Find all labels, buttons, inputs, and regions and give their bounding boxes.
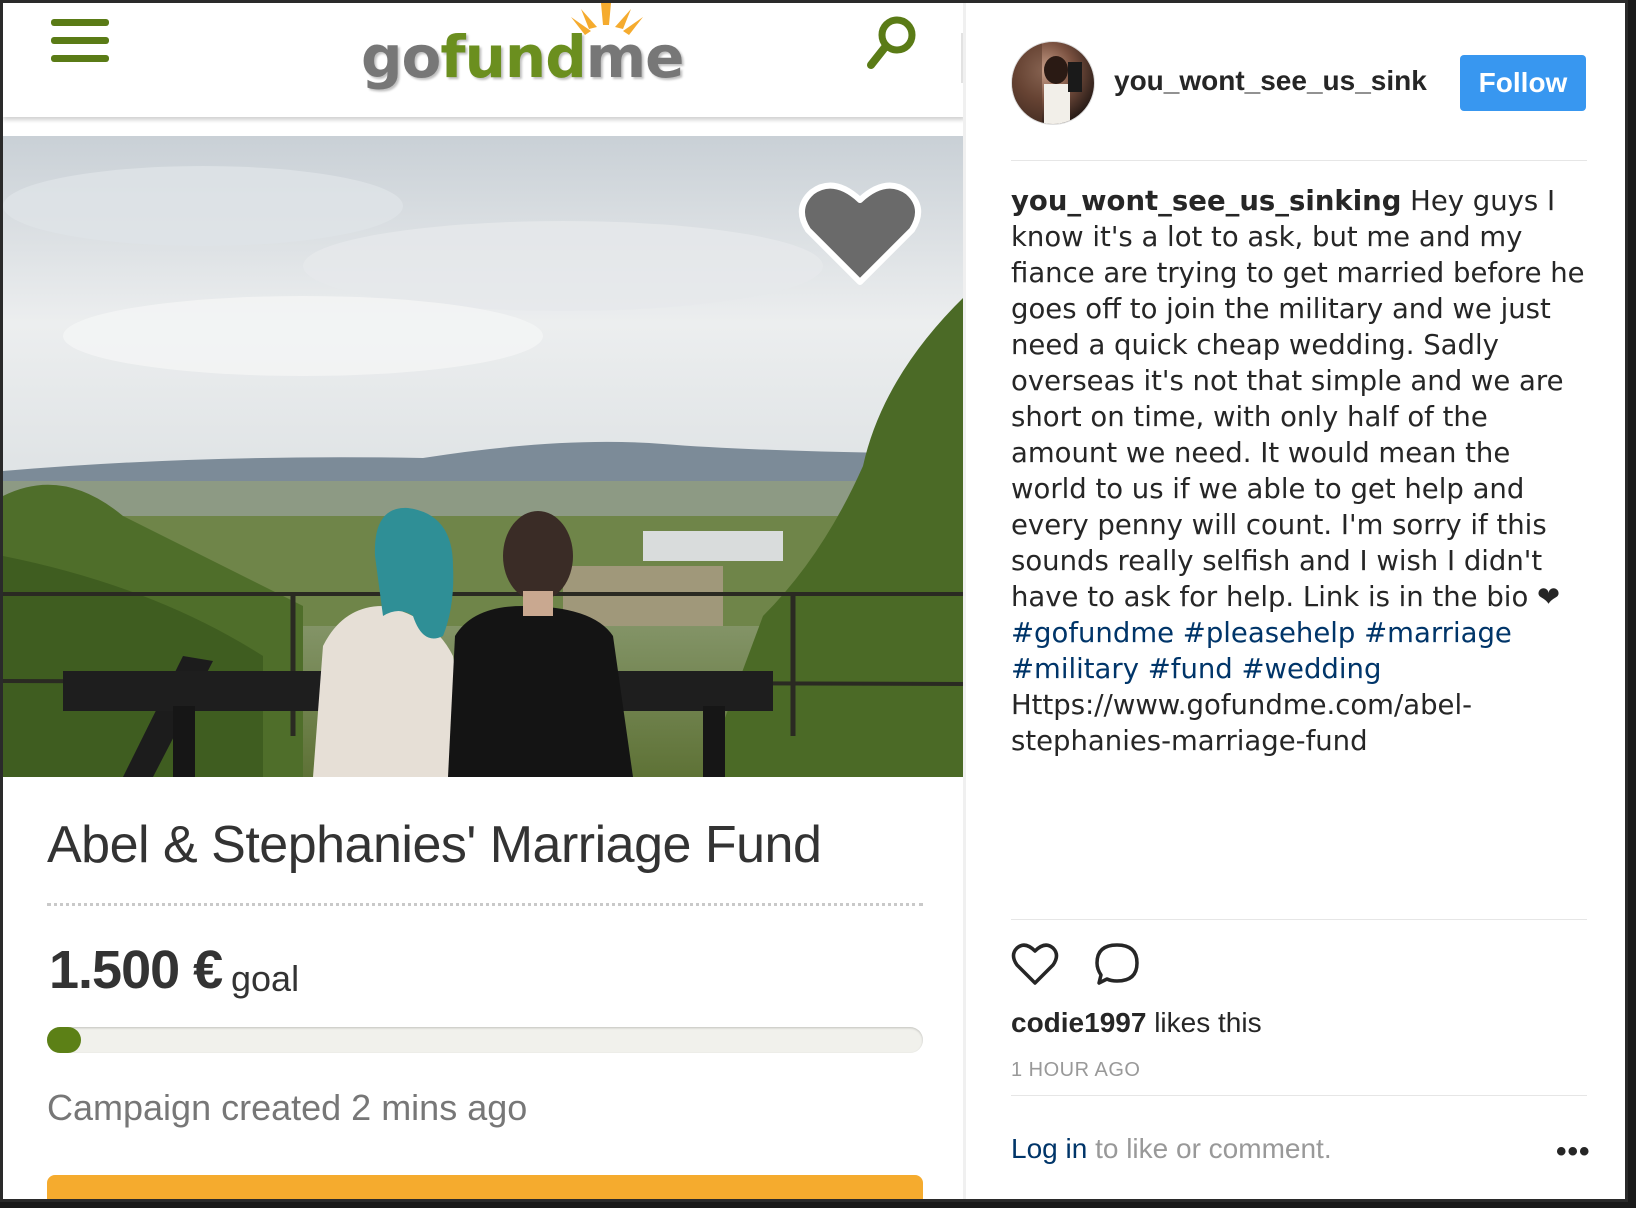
donate-button[interactable] (47, 1175, 923, 1199)
comment-bubble-icon[interactable] (1093, 941, 1141, 987)
caption-link[interactable]: Https://www.gofundme.com/abel-stephanies… (1011, 689, 1472, 757)
liker-username[interactable]: codie1997 (1011, 1007, 1146, 1038)
caption-heart-emoji: ❤ (1537, 581, 1561, 613)
hashtag-wedding[interactable]: #wedding (1242, 653, 1382, 685)
campaign-created-text: Campaign created 2 mins ago (47, 1087, 528, 1128)
more-options-button[interactable]: ••• (1556, 1135, 1591, 1169)
login-link[interactable]: Log in (1011, 1133, 1087, 1164)
hashtag-military[interactable]: #military (1011, 653, 1139, 685)
avatar[interactable] (1011, 41, 1095, 125)
campaign-photo (3, 136, 965, 777)
hashtag-gofundme[interactable]: #gofundme (1011, 617, 1174, 649)
post-caption: you_wont_see_us_sinking Hey guys I know … (1011, 183, 1591, 759)
goal-label: goal (231, 958, 300, 999)
screenshot-frame: gofundme Abel & Stephanies' Marriage Fun… (0, 0, 1628, 1202)
likes-suffix: likes this (1154, 1007, 1262, 1038)
comment-divider (1011, 1095, 1587, 1096)
post-timestamp[interactable]: 1 HOUR AGO (1011, 1059, 1140, 1082)
caption-username[interactable]: you_wont_see_us_sinking (1011, 185, 1401, 217)
gofundme-logo[interactable]: gofundme (361, 3, 684, 103)
login-prompt: Log in to like or comment. (1011, 1133, 1332, 1165)
progress-fill (47, 1027, 81, 1053)
logo-me: me (585, 23, 685, 91)
gofundme-header: gofundme (3, 3, 965, 117)
favorite-heart-icon[interactable] (798, 178, 922, 288)
hashtag-fund[interactable]: #fund (1148, 653, 1233, 685)
post-username[interactable]: you_wont_see_us_sink (1114, 65, 1427, 97)
campaign-title: Abel & Stephanies' Marriage Fund (47, 816, 822, 874)
likes-line: codie1997 likes this (1011, 1007, 1262, 1039)
hamburger-menu-icon[interactable] (51, 17, 109, 65)
gofundme-panel: gofundme Abel & Stephanies' Marriage Fun… (3, 3, 965, 1199)
goal-amount: 1.500 € (49, 940, 223, 1000)
title-divider (47, 903, 923, 906)
hashtag-marriage[interactable]: #marriage (1364, 617, 1512, 649)
instagram-panel: you_wont_see_us_sink Follow you_wont_see… (966, 3, 1625, 1199)
caption-text: Hey guys I know it's a lot to ask, but m… (1011, 185, 1585, 613)
progress-bar (47, 1027, 923, 1053)
search-icon[interactable] (863, 13, 921, 73)
actions-divider (1011, 919, 1587, 920)
follow-button[interactable]: Follow (1460, 55, 1586, 111)
like-heart-icon[interactable] (1011, 941, 1059, 987)
header-divider (1011, 160, 1587, 161)
logo-fund: fund (440, 23, 586, 91)
logo-go: go (361, 23, 441, 91)
hashtag-pleasehelp[interactable]: #pleasehelp (1183, 617, 1356, 649)
login-suffix: to like or comment. (1095, 1133, 1332, 1164)
